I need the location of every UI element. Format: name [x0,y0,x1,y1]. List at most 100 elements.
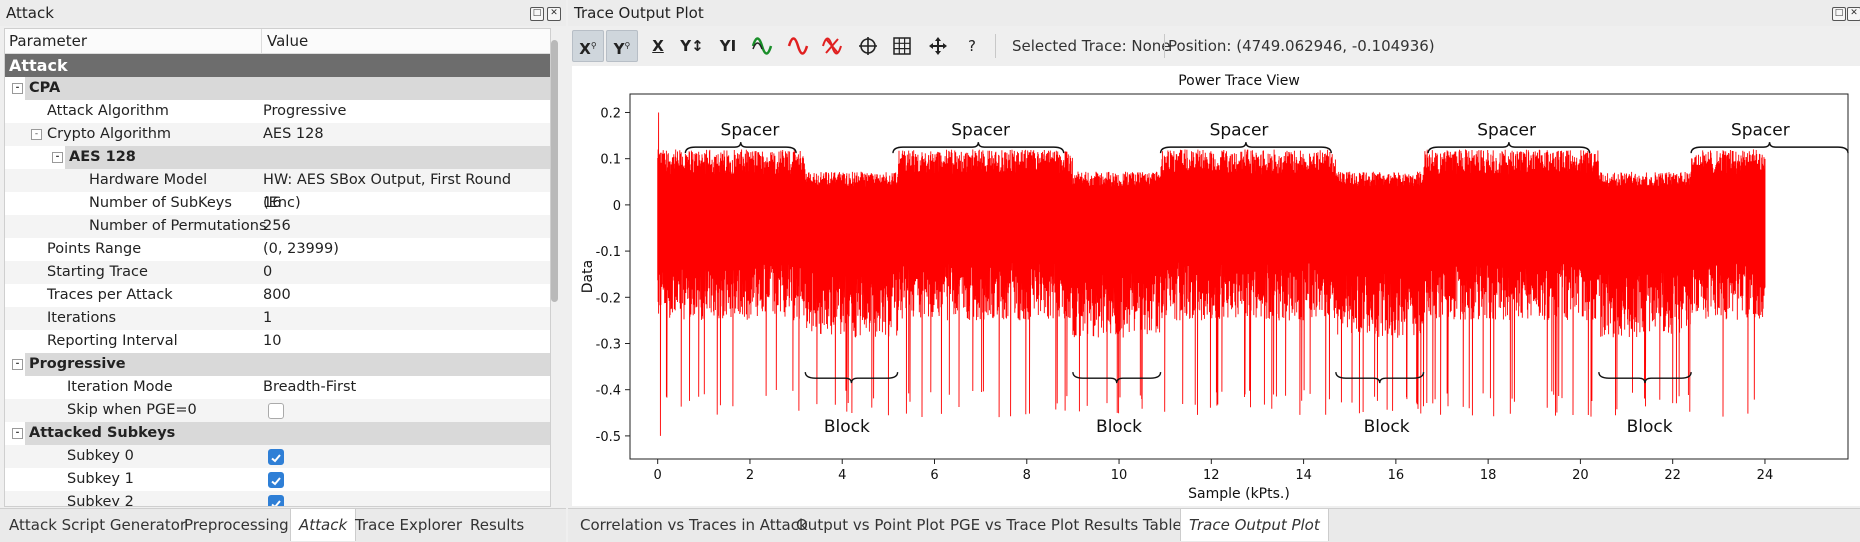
red-wave-icon [787,37,809,55]
power-trace-chart[interactable]: Power Trace View0 2 4 6 8 10 12 14 16 18 20 22 240.2… [572,66,1860,506]
tree-row-value[interactable]: 0 [263,261,272,284]
tree-row[interactable]: Hardware Model HW: AES SBox Output, First… [5,169,550,211]
tab-correlation-vs-traces[interactable]: Correlation vs Traces in Attack [572,509,816,541]
y-default-button[interactable]: YI [712,30,744,62]
tab-pge-vs-trace[interactable]: PGE vs Trace Plot [942,509,1087,541]
help-icon: ? [968,37,976,55]
tree-row-value[interactable]: Progressive [263,100,346,123]
tree-row-value[interactable]: AES 128 [263,123,324,146]
tab-trace-output-plot[interactable]: Trace Output Plot [1180,509,1329,541]
collapse-toggle-icon[interactable]: - [31,129,42,140]
checkmark-icon [271,454,281,463]
tree-group-row[interactable]: Attack [5,54,550,77]
column-header-parameter[interactable]: Parameter [9,29,87,53]
help-button[interactable]: ? [956,30,988,62]
hide-trace-button[interactable] [782,30,814,62]
checked-checkbox[interactable] [268,449,284,465]
tab-trace-explorer[interactable]: Trace Explorer [347,509,470,541]
unchecked-checkbox[interactable] [268,403,284,419]
tree-row[interactable]: Subkey 0 [5,445,550,468]
tree-row[interactable]: Skip when PGE=0 [5,399,550,422]
tree-group-row[interactable]: - CPA [12,77,550,100]
grid-icon [893,37,911,55]
annotation-label: Spacer [1731,121,1790,141]
tree-row-value[interactable]: 1 [263,307,272,330]
tree-row-value[interactable]: 10 [263,330,281,353]
tree-scrollbar[interactable] [551,40,558,302]
tree-row-label: Subkey 0 [67,448,134,464]
tree-row[interactable]: Iteration Mode Breadth-First [5,376,550,399]
tree-row[interactable]: Starting Trace 0 [5,261,550,284]
y-autoscale-icon: Y↕ [680,37,704,55]
tree-group-row[interactable]: - AES 128 [52,146,550,169]
float-icon[interactable]: □ [530,7,544,21]
tree-row-value[interactable]: 800 [263,284,291,307]
green-wave-icon [751,37,773,55]
grid-button[interactable] [886,30,918,62]
trace-output-dock: Trace Output Plot □ ✕ X⚲ Y⚲ X Y↕ YI ? Se… [568,0,1860,542]
annotation-label: Spacer [1210,121,1269,141]
x-lock-button[interactable]: X⚲ [572,30,604,62]
plot-area[interactable]: Power Trace View 0 2 4 6 8 10 12 14 16 18 20 22 24 0.2… [572,66,1860,506]
y-tick-label: 0.1 [600,153,621,168]
x-autoscale-button[interactable]: X [642,30,674,62]
tree-group-row[interactable]: - Attacked Subkeys [12,422,550,445]
tree-row-value[interactable]: Breadth-First [263,376,356,399]
y-lock-icon: Y⚲ [613,40,631,58]
collapse-toggle-icon[interactable]: - [52,152,63,163]
tree-row[interactable]: Attack Algorithm Progressive [5,100,550,123]
tree-row[interactable]: Subkey 2 [5,491,550,506]
tree-row-label: Reporting Interval [47,333,178,349]
y-tick-label: -0.3 [596,337,621,352]
tree-row-label: Iteration Mode [67,379,173,395]
y-tick-label: -0.2 [596,291,621,306]
y-tick-label: 0.2 [600,106,621,121]
clear-traces-button[interactable] [816,30,848,62]
collapse-toggle-icon[interactable]: - [12,83,23,94]
annotation-label: Block [1096,417,1142,437]
tree-row-value[interactable]: 256 [263,215,291,238]
y-lock-button[interactable]: Y⚲ [606,30,638,62]
tab-output-vs-point[interactable]: Output vs Point Plot [788,509,953,541]
tree-row[interactable]: Number of SubKeys 16 [5,192,550,215]
checkmark-icon [271,477,281,486]
close-icon[interactable]: ✕ [547,7,561,21]
parameter-tree: Parameter Value Attack - CPA Attack Algorit… [4,28,551,507]
column-header-value[interactable]: Value [261,29,308,53]
x-tick-label: 12 [1203,468,1220,483]
tree-row[interactable]: Iterations 1 [5,307,550,330]
checked-checkbox[interactable] [268,495,284,506]
tree-row-label: Progressive [29,356,126,372]
tree-row[interactable]: Points Range (0, 23999) [5,238,550,261]
tree-row-value[interactable]: 16 [263,192,281,215]
tree-header: Parameter Value [5,29,550,54]
tree-row-value[interactable]: (0, 23999) [263,238,339,261]
tree-row[interactable]: Reporting Interval 10 [5,330,550,353]
tree-row[interactable]: Traces per Attack 800 [5,284,550,307]
tree-row[interactable]: Subkey 1 [5,468,550,491]
right-tab-bar: Correlation vs Traces in Attack Output v… [568,508,1860,542]
tree-group-row[interactable]: - Progressive [12,353,550,376]
float-icon[interactable]: □ [1832,7,1846,21]
y-default-icon: YI [719,37,737,55]
y-tick-label: -0.1 [596,245,621,260]
tree-row[interactable]: Number of Permutations 256 [5,215,550,238]
collapse-toggle-icon[interactable]: - [12,359,23,370]
close-icon[interactable]: ✕ [1847,7,1860,21]
tab-preprocessing[interactable]: Preprocessing [176,509,297,541]
tree-row-label: AES 128 [69,149,136,165]
annotation-label: Block [1364,417,1410,437]
tree-row-label: Attack Algorithm [47,103,169,119]
tree-row-label: Hardware Model [89,172,208,188]
collapse-toggle-icon[interactable]: - [12,428,23,439]
x-tick-label: 8 [1023,468,1031,483]
tab-results-table[interactable]: Results Table [1076,509,1190,541]
tree-row[interactable]: - Crypto Algorithm AES 128 [5,123,550,146]
pan-button[interactable] [922,30,954,62]
crosshair-button[interactable] [852,30,884,62]
tab-attack-script-generator[interactable]: Attack Script Generator [1,509,194,541]
tab-results[interactable]: Results [462,509,532,541]
y-autoscale-button[interactable]: Y↕ [676,30,708,62]
show-trace-button[interactable] [746,30,778,62]
checked-checkbox[interactable] [268,472,284,488]
